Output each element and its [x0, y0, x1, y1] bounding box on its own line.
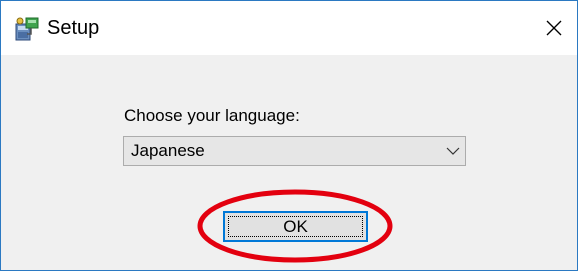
- language-select[interactable]: Japanese: [123, 136, 466, 166]
- ok-button-label: OK: [283, 216, 308, 236]
- close-icon: [546, 20, 562, 36]
- language-select-value: Japanese: [131, 141, 205, 160]
- ok-button[interactable]: OK: [223, 211, 368, 242]
- language-prompt-label: Choose your language:: [124, 106, 300, 125]
- setup-installer-icon: [15, 17, 39, 41]
- close-button[interactable]: [531, 1, 577, 55]
- window-title: Setup: [47, 17, 100, 39]
- dialog-body: Choose your language: Japanese OK: [1, 55, 577, 270]
- chevron-down-icon[interactable]: [441, 137, 465, 165]
- setup-window: Setup Choose your language: Japanese OK: [0, 0, 578, 271]
- title-bar: Setup: [1, 1, 577, 55]
